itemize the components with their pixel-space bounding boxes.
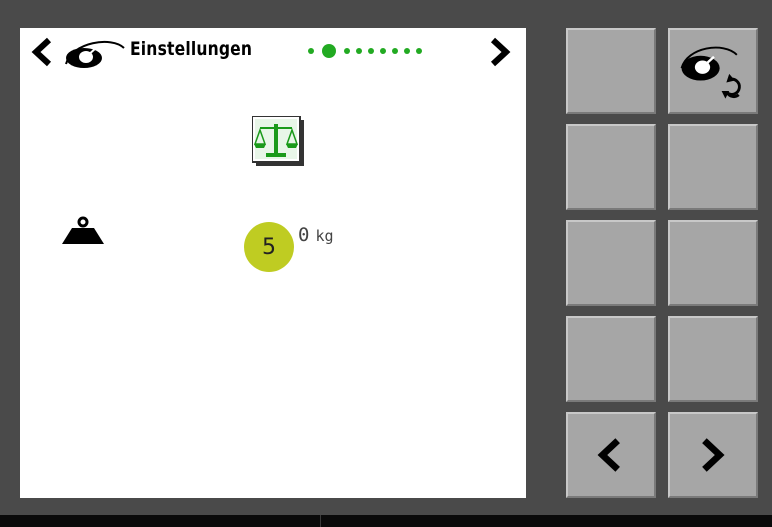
tractor-view-refresh-icon: [680, 46, 741, 99]
softkey-1-1[interactable]: [566, 28, 656, 114]
softkey-4-1[interactable]: [566, 316, 656, 402]
page-dot: [356, 48, 362, 54]
page-dot: [392, 48, 398, 54]
softkey-3-2[interactable]: [668, 220, 758, 306]
scale-icon[interactable]: [252, 116, 304, 166]
chevron-left-icon[interactable]: [30, 36, 54, 68]
page-dot: [308, 48, 314, 54]
weight-icon: [62, 216, 104, 244]
chevron-right-icon: [702, 438, 725, 472]
eye-icon: [65, 40, 125, 68]
bottom-status-bar: [0, 515, 772, 527]
page-dot: [416, 48, 422, 54]
softkey-1-2[interactable]: [668, 28, 758, 114]
page-dot-active: [322, 44, 336, 58]
chevron-right-icon[interactable]: [488, 36, 512, 68]
page-dot: [344, 48, 350, 54]
softkey-2-2[interactable]: [668, 124, 758, 210]
page-dot: [368, 48, 374, 54]
bottom-divider: [320, 515, 321, 527]
softkey-4-2[interactable]: [668, 316, 758, 402]
weight-unit: kg: [315, 227, 334, 245]
page-dot: [404, 48, 410, 54]
weight-readout: 0 kg: [298, 224, 334, 246]
page-dot: [380, 48, 386, 54]
main-panel: Einstellungen 5 0 kg: [20, 28, 526, 498]
weight-value: 0: [298, 224, 310, 246]
softkey-3-1[interactable]: [566, 220, 656, 306]
step-badge: 5: [244, 222, 294, 272]
softkey-2-1[interactable]: [566, 124, 656, 210]
softkey-5-2[interactable]: [668, 412, 758, 498]
softkey-5-1[interactable]: [566, 412, 656, 498]
page-title: Einstellungen: [130, 38, 253, 60]
chevron-left-icon: [597, 438, 620, 472]
page-indicator: [308, 42, 422, 60]
